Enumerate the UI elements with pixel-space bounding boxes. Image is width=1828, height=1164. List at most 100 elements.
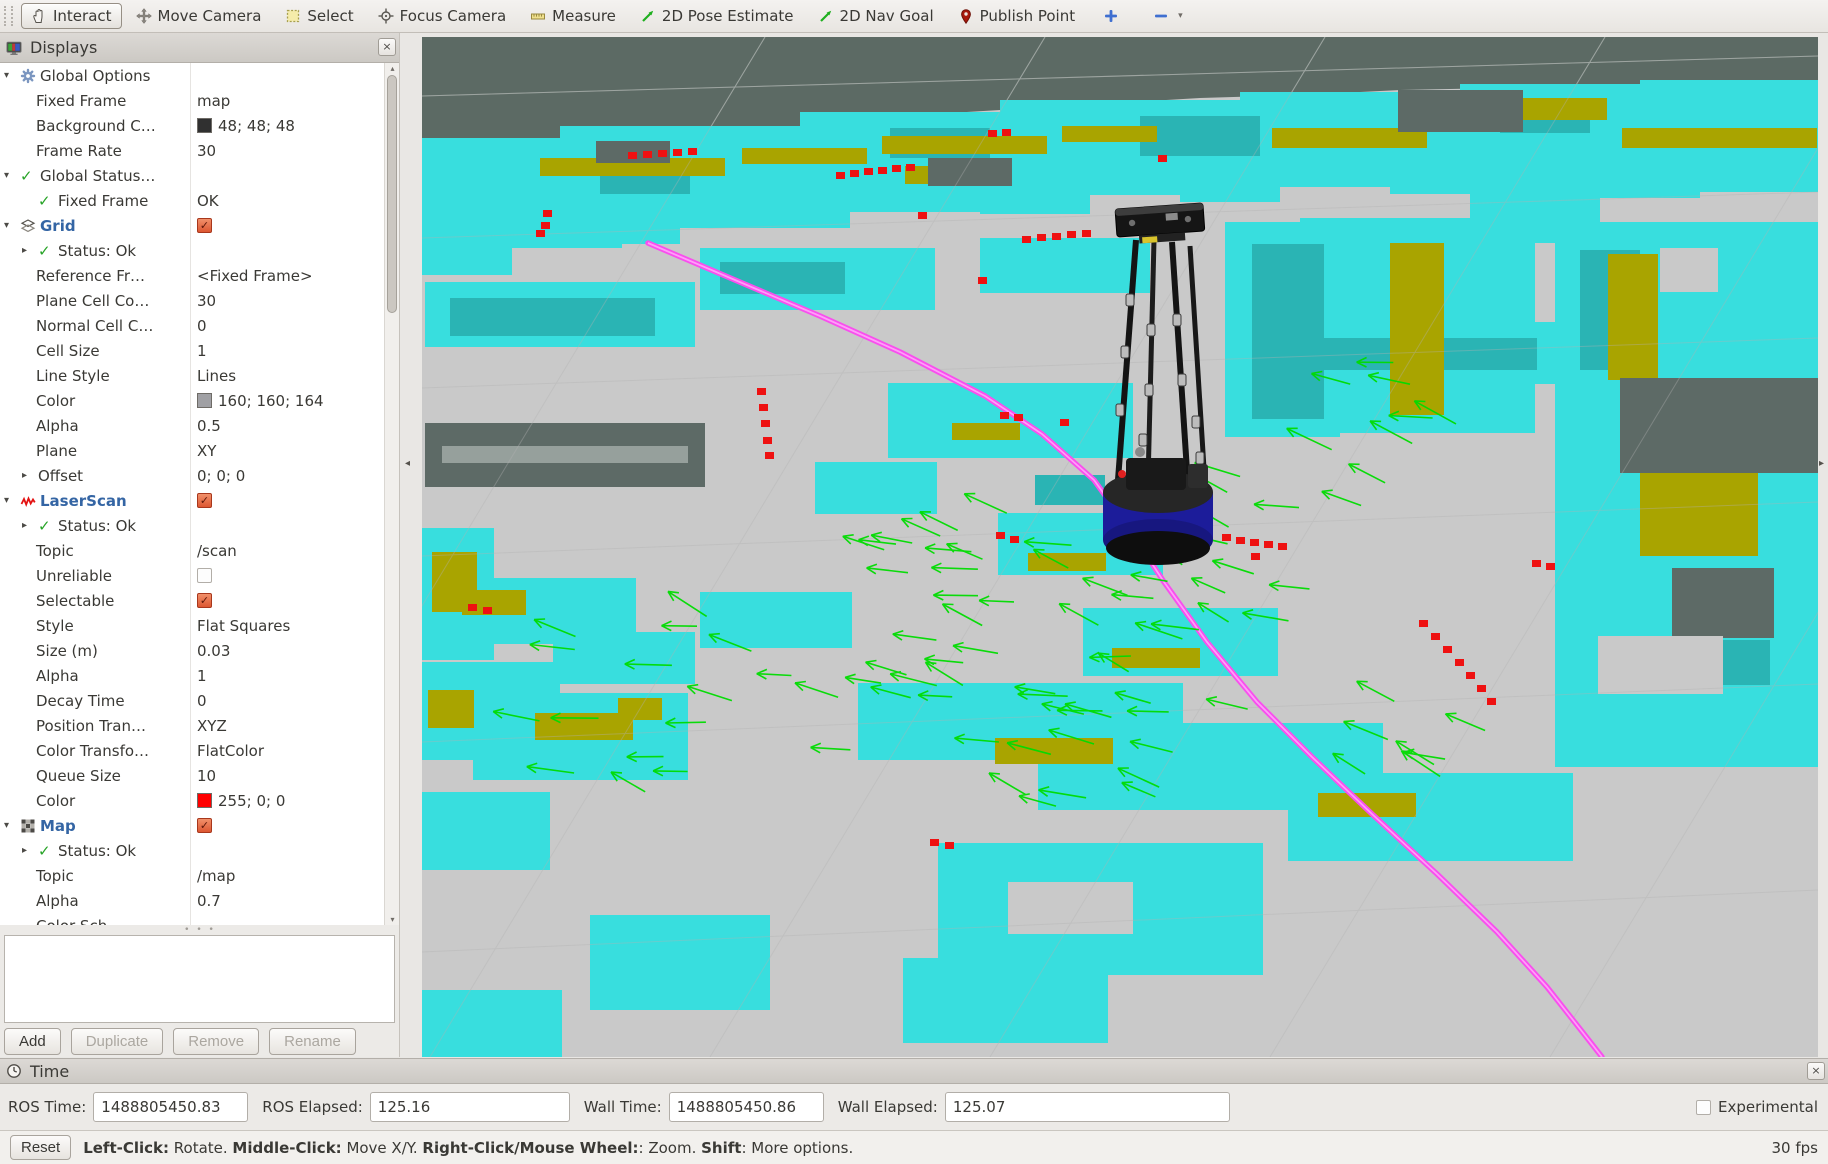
3d-viewport[interactable]: [422, 37, 1818, 1057]
property-value-cell[interactable]: [197, 163, 384, 188]
property-row[interactable]: Selectable✓: [0, 588, 384, 613]
remove-tool-button[interactable]: ▾: [1143, 4, 1193, 28]
chevron-down-icon[interactable]: ▾: [1178, 11, 1183, 21]
property-value-cell[interactable]: map: [197, 88, 384, 113]
property-row[interactable]: Normal Cell C…0: [0, 313, 384, 338]
property-value-cell[interactable]: 0.03: [197, 638, 384, 663]
tool-2d-pose-estimate[interactable]: 2D Pose Estimate: [630, 3, 804, 29]
display-row[interactable]: ▾LaserScan✓: [0, 488, 384, 513]
property-value[interactable]: FlatColor: [197, 742, 264, 760]
property-value[interactable]: OK: [197, 192, 219, 210]
property-value[interactable]: map: [197, 92, 230, 110]
splitter-collapse-left-icon[interactable]: ◂: [405, 458, 410, 469]
property-value-cell[interactable]: Lines: [197, 363, 384, 388]
expander-open-icon[interactable]: ▾: [4, 170, 20, 181]
property-value-cell[interactable]: Flat Squares: [197, 613, 384, 638]
expander-closed-icon[interactable]: ▸: [22, 845, 38, 856]
ros-time-input[interactable]: [93, 1092, 248, 1122]
tool-publish-point[interactable]: Publish Point: [948, 3, 1085, 29]
property-row[interactable]: Alpha0.7: [0, 888, 384, 913]
property-row[interactable]: Plane Cell Co…30: [0, 288, 384, 313]
wall-elapsed-input[interactable]: [945, 1092, 1230, 1122]
property-row[interactable]: ▸✓Status: Ok: [0, 238, 384, 263]
property-value[interactable]: Lines: [197, 367, 236, 385]
property-value-cell[interactable]: 0: [197, 313, 384, 338]
property-value[interactable]: 10: [197, 767, 216, 785]
scroll-down-icon[interactable]: ▾: [385, 915, 400, 924]
rename-display-button[interactable]: Rename: [269, 1028, 356, 1055]
expander-closed-icon[interactable]: ▸: [22, 520, 38, 531]
property-value[interactable]: 0.5: [197, 417, 221, 435]
close-icon[interactable]: ×: [378, 38, 396, 56]
property-value-cell[interactable]: [197, 513, 384, 538]
reset-button[interactable]: Reset: [10, 1135, 71, 1160]
property-row[interactable]: Alpha0.5: [0, 413, 384, 438]
checkbox-checked[interactable]: ✓: [197, 593, 212, 608]
remove-display-button[interactable]: Remove: [173, 1028, 259, 1055]
property-row[interactable]: Frame Rate30: [0, 138, 384, 163]
property-row[interactable]: Decay Time0: [0, 688, 384, 713]
property-value[interactable]: 1: [197, 342, 207, 360]
property-row[interactable]: ▾Global Options: [0, 63, 384, 88]
add-tool-button[interactable]: [1093, 4, 1129, 28]
property-value[interactable]: /scan: [197, 542, 237, 560]
display-row[interactable]: ▾Grid✓: [0, 213, 384, 238]
tool-interact[interactable]: Interact: [21, 3, 122, 29]
property-row[interactable]: Color Sch…: [0, 913, 384, 925]
property-value[interactable]: XYZ: [197, 717, 227, 735]
property-value[interactable]: 0: [197, 317, 207, 335]
property-row[interactable]: Color160; 160; 164: [0, 388, 384, 413]
property-row[interactable]: Fixed Framemap: [0, 88, 384, 113]
experimental-checkbox[interactable]: [1696, 1100, 1711, 1115]
tree-column-divider[interactable]: [190, 63, 191, 925]
tool-2d-nav-goal[interactable]: 2D Nav Goal: [808, 3, 944, 29]
property-row[interactable]: Cell Size1: [0, 338, 384, 363]
property-row[interactable]: Color Transfo…FlatColor: [0, 738, 384, 763]
property-value-cell[interactable]: [197, 563, 384, 588]
splitter-collapse-right-icon[interactable]: ▸: [1819, 458, 1824, 469]
property-row[interactable]: PlaneXY: [0, 438, 384, 463]
expander-open-icon[interactable]: ▾: [4, 820, 20, 831]
property-value-cell[interactable]: ✓: [197, 213, 384, 238]
scrollbar-thumb[interactable]: [387, 75, 397, 313]
expander-open-icon[interactable]: ▾: [4, 220, 20, 231]
property-value[interactable]: Flat Squares: [197, 617, 290, 635]
duplicate-display-button[interactable]: Duplicate: [71, 1028, 164, 1055]
property-value[interactable]: 30: [197, 292, 216, 310]
property-value-cell[interactable]: [197, 238, 384, 263]
property-value-cell[interactable]: 1: [197, 338, 384, 363]
property-row[interactable]: Color255; 0; 0: [0, 788, 384, 813]
checkbox-checked[interactable]: ✓: [197, 493, 212, 508]
property-value[interactable]: /map: [197, 867, 235, 885]
property-value[interactable]: <Fixed Frame>: [197, 267, 313, 285]
property-row[interactable]: Line StyleLines: [0, 363, 384, 388]
property-row[interactable]: ▸Offset0; 0; 0: [0, 463, 384, 488]
wall-time-input[interactable]: [669, 1092, 824, 1122]
checkbox-checked[interactable]: ✓: [197, 818, 212, 833]
property-value-cell[interactable]: XY: [197, 438, 384, 463]
property-value[interactable]: 160; 160; 164: [218, 392, 324, 410]
property-row[interactable]: Topic/map: [0, 863, 384, 888]
time-panel-header[interactable]: Time ×: [0, 1058, 1828, 1084]
property-value-cell[interactable]: XYZ: [197, 713, 384, 738]
property-value[interactable]: 1: [197, 667, 207, 685]
property-value-cell[interactable]: [197, 838, 384, 863]
property-value-cell[interactable]: ✓: [197, 488, 384, 513]
close-icon[interactable]: ×: [1807, 1062, 1825, 1080]
property-row[interactable]: ▸✓Status: Ok: [0, 513, 384, 538]
checkbox-unchecked[interactable]: [197, 568, 212, 583]
property-row[interactable]: ✓Fixed FrameOK: [0, 188, 384, 213]
property-row[interactable]: StyleFlat Squares: [0, 613, 384, 638]
expander-closed-icon[interactable]: ▸: [22, 245, 38, 256]
property-value-cell[interactable]: [197, 913, 384, 925]
tool-focus-camera[interactable]: Focus Camera: [368, 3, 516, 29]
panel-splitter[interactable]: • • •: [0, 925, 400, 935]
property-value-cell[interactable]: 30: [197, 138, 384, 163]
property-value-cell[interactable]: 1: [197, 663, 384, 688]
property-value[interactable]: 30: [197, 142, 216, 160]
property-row[interactable]: ▸✓Status: Ok: [0, 838, 384, 863]
expander-closed-icon[interactable]: ▸: [22, 470, 38, 481]
property-value[interactable]: 255; 0; 0: [218, 792, 285, 810]
property-value-cell[interactable]: 0.7: [197, 888, 384, 913]
property-row[interactable]: Size (m)0.03: [0, 638, 384, 663]
